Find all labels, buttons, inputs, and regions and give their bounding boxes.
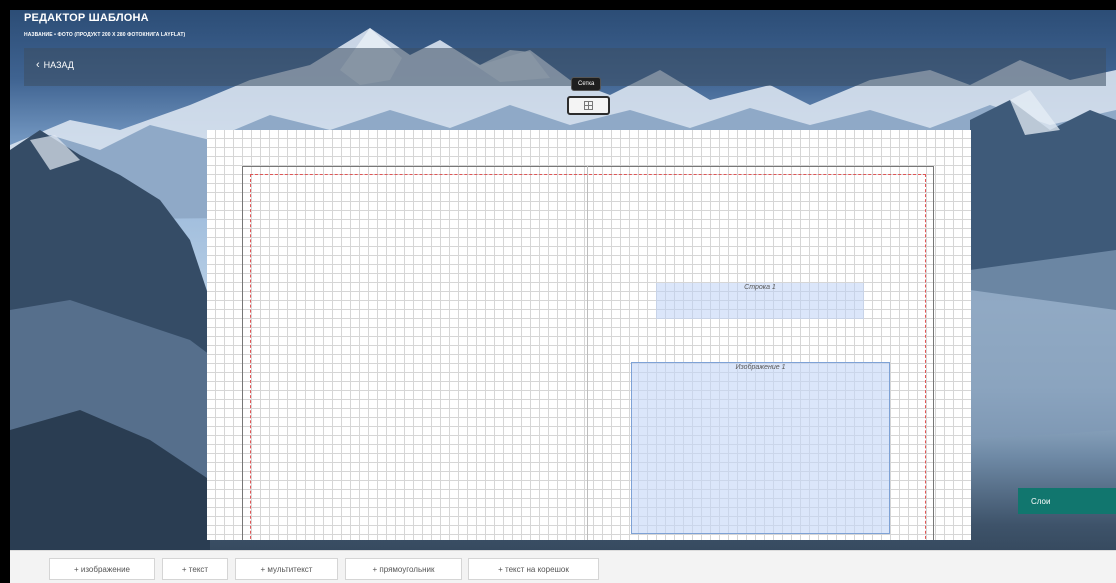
page-subtitle: НАЗВАНИЕ • ФОТО (ПРОДУКТ 200 X 280 ФОТОК…	[24, 32, 186, 38]
editor-canvas[interactable]: Строка 1 Изображение 1	[207, 130, 971, 540]
page-title: РЕДАКТОР ШАБЛОНА	[24, 12, 149, 24]
text-element-label: Строка 1	[744, 284, 776, 291]
add-spine-text-button[interactable]: + текст на корешок	[468, 558, 599, 580]
image-element-label: Изображение 1	[735, 364, 786, 371]
layers-button[interactable]: Слои	[1018, 488, 1116, 514]
image-element[interactable]: Изображение 1	[631, 362, 890, 534]
add-image-button[interactable]: + изображение	[49, 558, 155, 580]
top-bar: ‹ НАЗАД	[24, 48, 1106, 86]
chevron-left-icon: ‹	[36, 58, 40, 71]
text-element[interactable]: Строка 1	[656, 283, 864, 319]
grid-icon	[584, 101, 593, 110]
add-text-button[interactable]: + текст	[162, 558, 228, 580]
add-multitext-button[interactable]: + мультитекст	[235, 558, 338, 580]
bottom-toolbar: + изображение + текст + мультитекст + пр…	[10, 550, 1116, 583]
add-rectangle-button[interactable]: + прямоугольник	[345, 558, 462, 580]
spread-center-line	[587, 166, 588, 540]
grid-toggle-button[interactable]	[567, 96, 610, 115]
grid-tooltip: Сетка	[571, 77, 602, 91]
back-button-label: НАЗАД	[43, 60, 74, 70]
back-button[interactable]: ‹ НАЗАД	[36, 58, 74, 71]
